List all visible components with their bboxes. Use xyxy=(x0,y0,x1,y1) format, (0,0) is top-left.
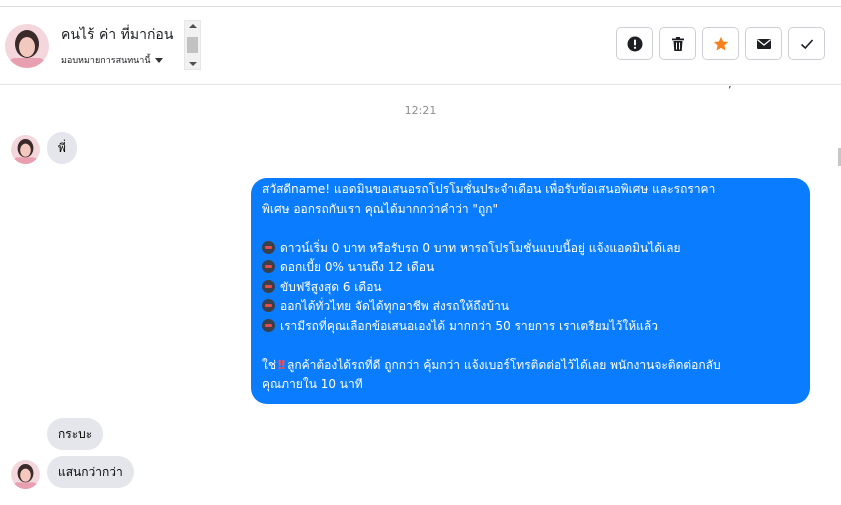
mark-spam-button[interactable] xyxy=(616,27,653,60)
message-line: ดาวน์เริ่ม 0 บาท หรือรับรถ 0 บาท หารถโปร… xyxy=(262,239,800,259)
clipped-previous-message: , xyxy=(728,86,732,90)
message-line-text: ลูกค้าต้องได้รถที่ดี ถูกกว่า คุ้มกว่า แจ… xyxy=(286,357,721,372)
contact-avatar-small[interactable] xyxy=(11,135,40,164)
message-timestamp: 12:21 xyxy=(404,104,437,117)
contact-avatar[interactable] xyxy=(5,24,49,68)
car-emoji-icon xyxy=(262,318,275,332)
message-line: ออกได้ทั่วไทย จัดได้ทุกอาชีพ ส่งรถให้ถึง… xyxy=(262,297,800,317)
star-icon xyxy=(713,36,728,50)
message-line: พิเศษ ออกรถกับเรา คุณได้มากกว่าคำว่า "ถู… xyxy=(262,201,498,216)
envelope-icon xyxy=(756,38,771,49)
contact-avatar-small[interactable] xyxy=(11,460,40,489)
message-thread[interactable]: , 12:21 พี่ สวัสดีname! แอดมินขอเสนอรถโป… xyxy=(0,86,841,505)
header-scrollbar[interactable] xyxy=(184,20,201,70)
incoming-message[interactable]: พี่ xyxy=(47,132,77,164)
thread-scrollbar[interactable] xyxy=(835,86,841,498)
action-toolbar xyxy=(616,27,825,60)
message-line-text: เรามีรถที่คุณเลือกข้อเสนอเองได้ มากกว่า … xyxy=(280,318,658,333)
contact-name[interactable]: คนไร้ ค่า ที่มาก่อน xyxy=(61,24,173,46)
car-emoji-icon xyxy=(262,299,275,312)
message-line-text: ดอกเบี้ย 0% นานถึง 12 เดือน xyxy=(280,260,435,274)
message-line: เรามีรถที่คุณเลือกข้อเสนอเองได้ มากกว่า … xyxy=(262,317,800,337)
outgoing-message[interactable]: สวัสดีname! แอดมินขอเสนอรถโปรโมชั่นประจำ… xyxy=(251,178,810,404)
car-emoji-icon xyxy=(262,240,275,254)
message-line-text: ใช่ xyxy=(262,357,277,372)
message-line-text: ขับฟรีสูงสุด 6 เดือน xyxy=(280,279,382,294)
mark-done-button[interactable] xyxy=(788,27,825,60)
assign-label: มอบหมายการสนทนานี้ xyxy=(61,56,151,66)
scroll-thumb[interactable] xyxy=(187,37,198,53)
scroll-down-icon[interactable] xyxy=(189,62,197,66)
delete-button[interactable] xyxy=(659,27,696,60)
email-button[interactable] xyxy=(745,27,782,60)
star-button[interactable] xyxy=(702,27,739,60)
incoming-message[interactable]: กระบะ xyxy=(47,418,104,450)
incoming-message[interactable]: แสนกว่ากว่า xyxy=(47,456,134,488)
message-line: คุณภายใน 10 นาที xyxy=(262,377,363,391)
car-emoji-icon xyxy=(262,260,275,273)
exclamation-circle-icon xyxy=(627,36,642,51)
chevron-down-icon xyxy=(154,58,163,63)
message-line: สวัสดีname! แอดมินขอเสนอรถโปรโมชั่นประจำ… xyxy=(262,182,716,196)
message-line: ดอกเบี้ย 0% นานถึง 12 เดือน xyxy=(262,258,800,278)
message-line: ใช่!! ลูกค้าต้องได้รถที่ดี ถูกกว่า คุ้มกว… xyxy=(262,356,800,376)
assign-conversation-dropdown[interactable]: มอบหมายการสนทนานี้ xyxy=(61,53,163,67)
double-exclamation-icon: !! xyxy=(277,357,286,372)
trash-icon xyxy=(671,36,684,51)
car-emoji-icon xyxy=(262,279,275,293)
message-line: ขับฟรีสูงสุด 6 เดือน xyxy=(262,278,800,298)
message-line-text: ดาวน์เริ่ม 0 บาท หรือรับรถ 0 บาท หารถโปร… xyxy=(280,240,681,255)
scroll-up-icon[interactable] xyxy=(189,24,197,28)
message-line-text: ออกได้ทั่วไทย จัดได้ทุกอาชีพ ส่งรถให้ถึง… xyxy=(280,299,509,313)
check-icon xyxy=(800,38,813,49)
conversation-header: คนไร้ ค่า ที่มาก่อน มอบหมายการสนทนานี้ xyxy=(0,7,841,85)
